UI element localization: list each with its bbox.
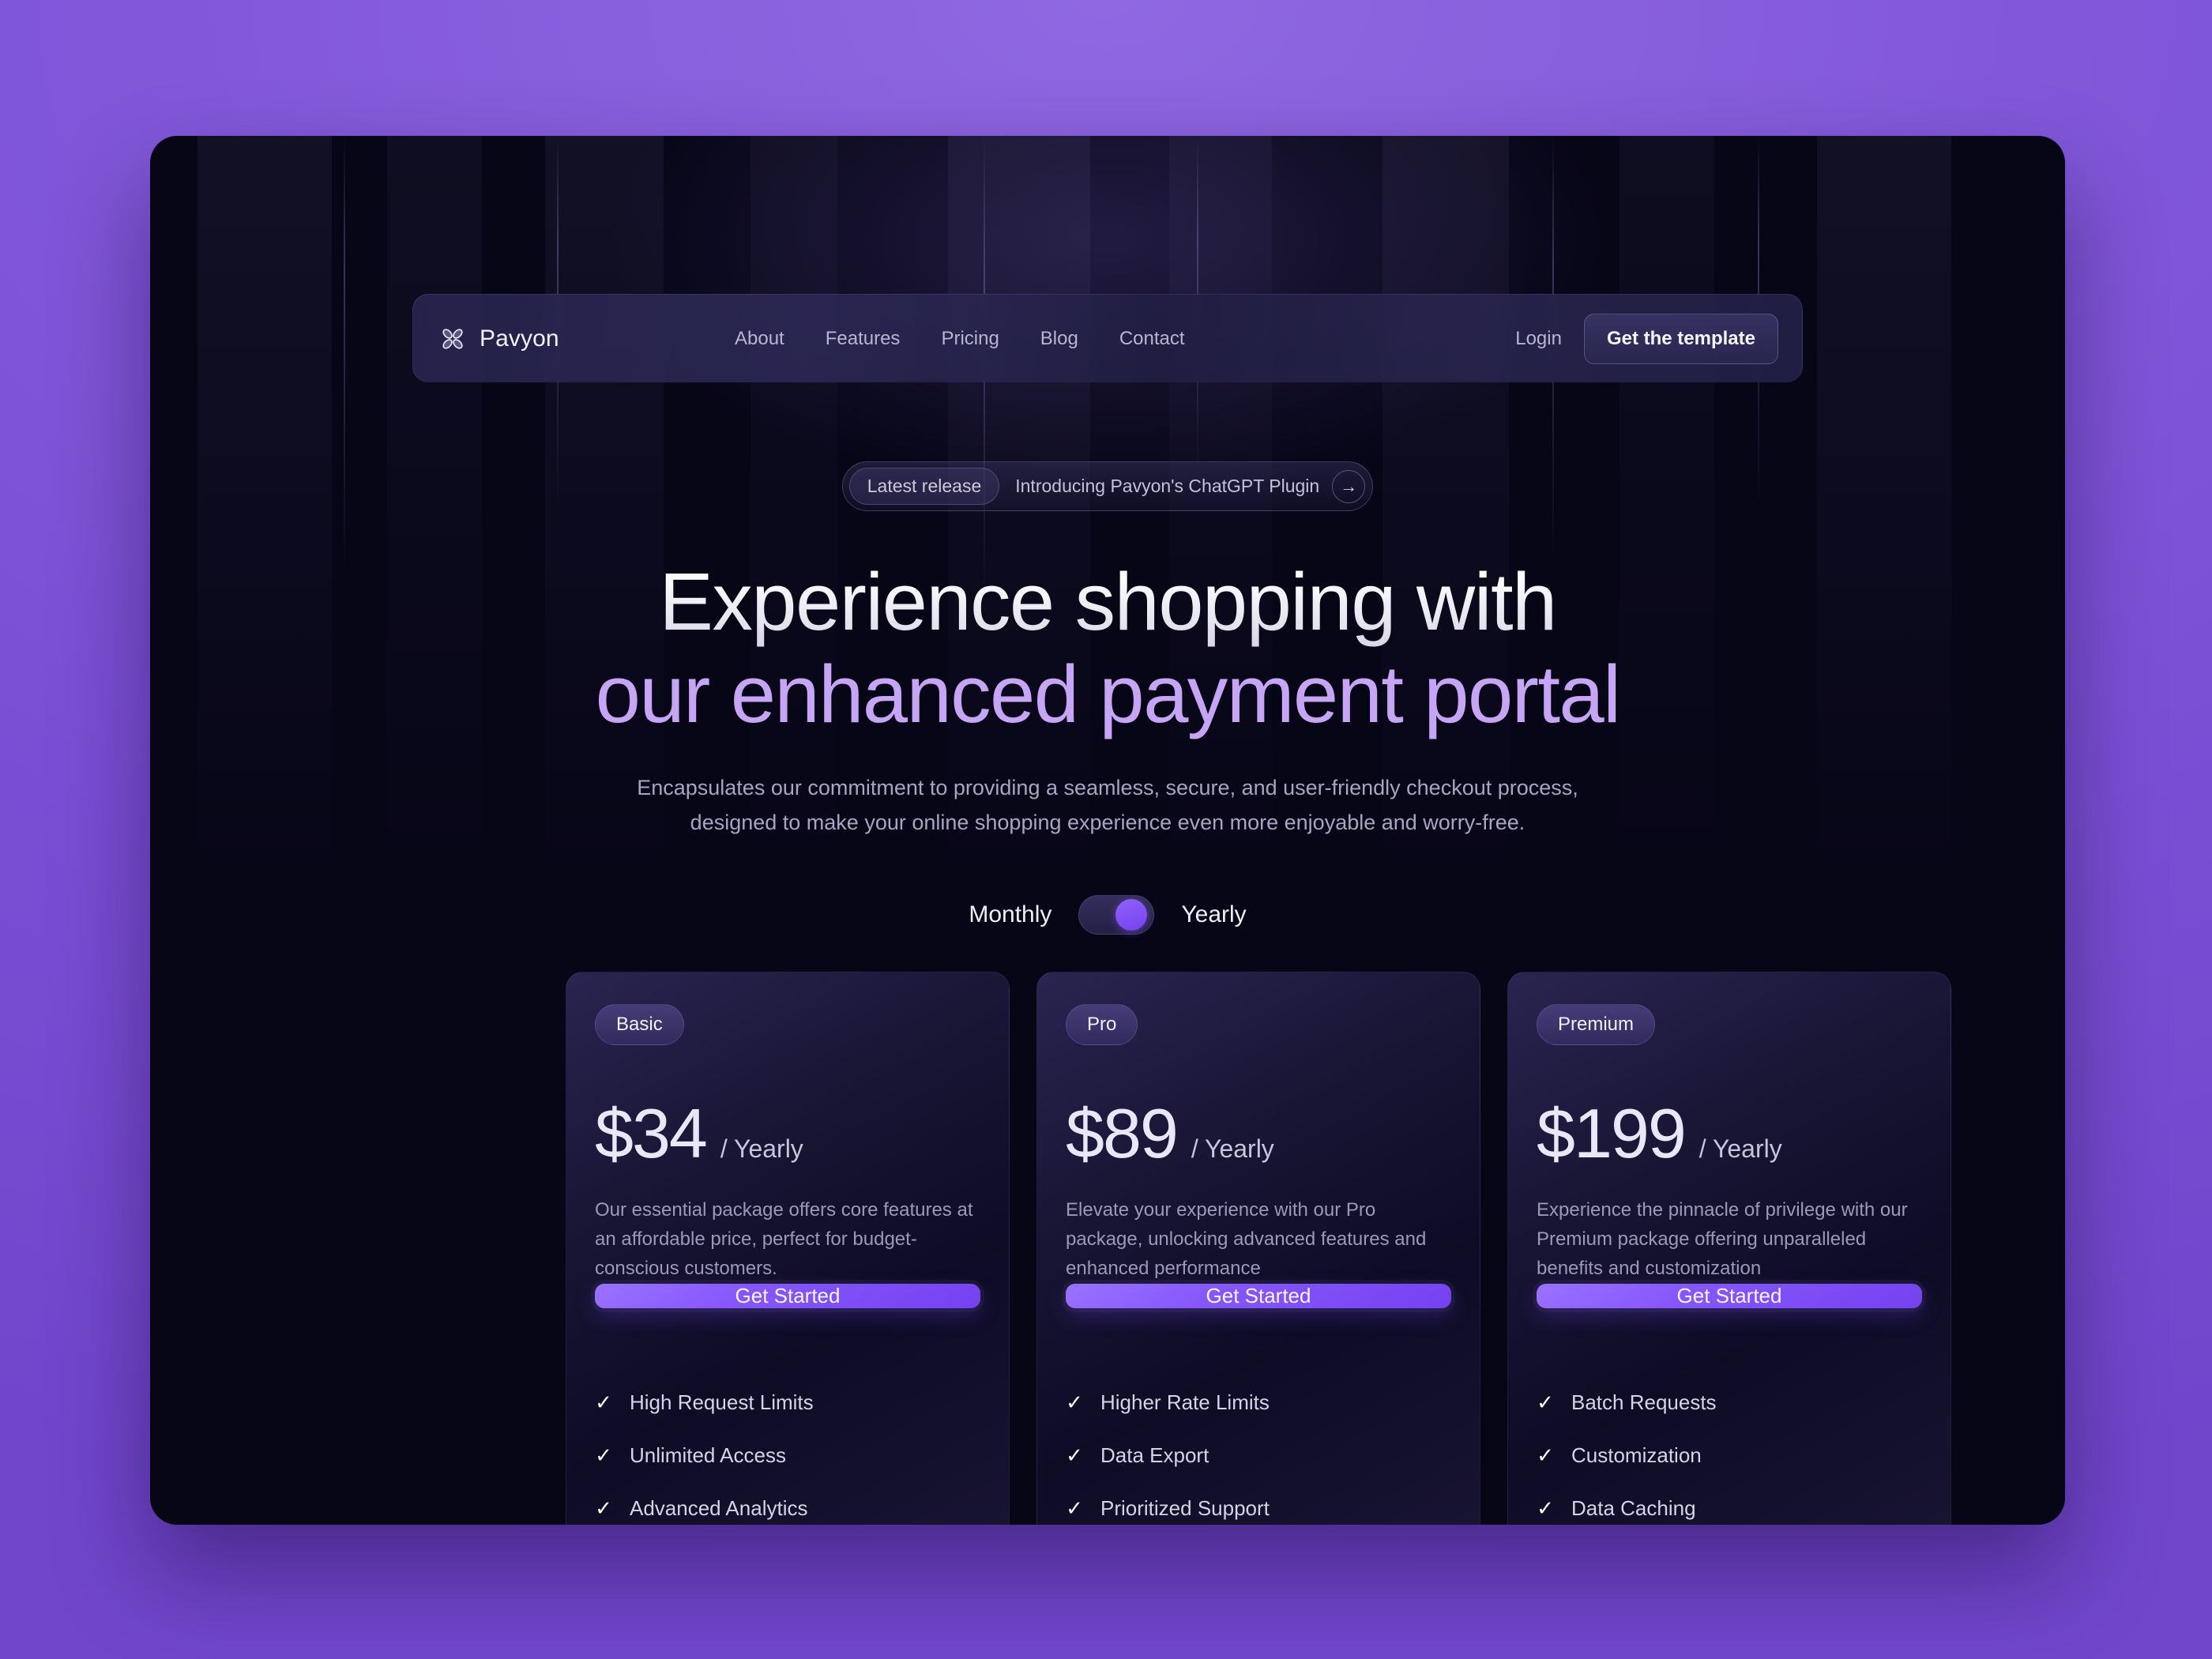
release-announcement-badge[interactable]: Latest release Introducing Pavyon's Chat… <box>841 461 1374 511</box>
feature-label: Unlimited Access <box>630 1443 786 1467</box>
hero-subheading: Encapsulates our commitment to providing… <box>150 771 2065 840</box>
login-link[interactable]: Login <box>1515 328 1562 350</box>
feature-list: ✓ Higher Rate Limits ✓ Data Export ✓ Pri… <box>1066 1390 1451 1525</box>
release-text: Introducing Pavyon's ChatGPT Plugin <box>1015 476 1320 496</box>
header-actions: Login Get the template <box>1515 313 1778 364</box>
subhead-line-1: Encapsulates our commitment to providing… <box>637 775 1578 799</box>
feature-label: Prioritized Support <box>1100 1495 1270 1520</box>
subhead-line-2: designed to make your online shopping ex… <box>690 810 1525 834</box>
check-icon: ✓ <box>1537 1443 1554 1468</box>
check-icon: ✓ <box>1066 1443 1083 1468</box>
feature-label: Data Caching <box>1571 1495 1696 1520</box>
main-nav: About Features Pricing Blog Contact <box>714 328 1206 350</box>
price-amount: $199 <box>1537 1094 1687 1172</box>
price-amount: $89 <box>1066 1094 1179 1172</box>
headline-line-1: Experience shopping with <box>150 555 2065 648</box>
get-started-button[interactable]: Get Started <box>1537 1283 1922 1308</box>
feature-label: Batch Requests <box>1571 1390 1717 1414</box>
get-the-template-button[interactable]: Get the template <box>1583 313 1778 364</box>
get-started-button[interactable]: Get Started <box>1066 1283 1451 1308</box>
feature-label: Higher Rate Limits <box>1100 1390 1270 1414</box>
price-row: $199 / Yearly <box>1537 1099 1922 1168</box>
nav-item-about[interactable]: About <box>714 328 805 350</box>
tier-badge: Pro <box>1066 1004 1138 1045</box>
get-started-button[interactable]: Get Started <box>595 1283 980 1308</box>
billing-yearly-label[interactable]: Yearly <box>1181 901 1246 928</box>
pricing-cards: Basic $34 / Yearly Our essential package… <box>566 972 1951 1525</box>
app-window: Pavyon About Features Pricing Blog Conta… <box>150 136 2065 1525</box>
hero-section: Latest release Introducing Pavyon's Chat… <box>150 382 2065 935</box>
check-icon: ✓ <box>595 1496 612 1521</box>
check-icon: ✓ <box>1537 1496 1554 1521</box>
list-item: ✓ Data Export <box>1066 1443 1451 1468</box>
feature-label: Advanced Analytics <box>630 1495 808 1520</box>
list-item: ✓ Customization <box>1537 1443 1922 1468</box>
price-period: / Yearly <box>1698 1134 1782 1163</box>
feature-list: ✓ Batch Requests ✓ Customization ✓ Data … <box>1537 1390 1922 1525</box>
price-period: / Yearly <box>1191 1134 1274 1163</box>
list-item: ✓ Data Caching <box>1537 1496 1922 1521</box>
list-item: ✓ Prioritized Support <box>1066 1496 1451 1521</box>
check-icon: ✓ <box>1537 1390 1554 1415</box>
nav-item-blog[interactable]: Blog <box>1020 328 1099 350</box>
billing-toggle-knob <box>1115 899 1148 931</box>
check-icon: ✓ <box>595 1390 612 1415</box>
feature-list: ✓ High Request Limits ✓ Unlimited Access… <box>595 1390 980 1525</box>
feature-label: Data Export <box>1100 1443 1209 1467</box>
clover-logo-icon <box>438 325 467 353</box>
list-item: ✓ Batch Requests <box>1537 1390 1922 1415</box>
pricing-card-basic: Basic $34 / Yearly Our essential package… <box>566 972 1010 1525</box>
price-row: $89 / Yearly <box>1066 1099 1451 1168</box>
pricing-card-premium: Premium $199 / Yearly Experience the pin… <box>1507 972 1951 1525</box>
price-row: $34 / Yearly <box>595 1099 980 1168</box>
list-item: ✓ High Request Limits <box>595 1390 980 1415</box>
tier-badge: Basic <box>595 1004 684 1045</box>
brand-name: Pavyon <box>480 325 559 352</box>
price-period: / Yearly <box>720 1134 803 1163</box>
check-icon: ✓ <box>595 1443 612 1468</box>
tier-badge: Premium <box>1537 1004 1656 1045</box>
pricing-card-pro: Pro $89 / Yearly Elevate your experience… <box>1036 972 1480 1525</box>
headline-line-2: our enhanced payment portal <box>595 649 1621 740</box>
list-item: ✓ Higher Rate Limits <box>1066 1390 1451 1415</box>
site-header: Pavyon About Features Pricing Blog Conta… <box>412 294 1803 382</box>
billing-toggle-switch[interactable] <box>1078 895 1155 935</box>
feature-label: Customization <box>1571 1443 1702 1467</box>
release-tag: Latest release <box>848 468 1000 505</box>
nav-item-features[interactable]: Features <box>805 328 921 350</box>
price-amount: $34 <box>595 1094 708 1172</box>
card-description: Experience the pinnacle of privilege wit… <box>1537 1199 1908 1280</box>
nav-item-contact[interactable]: Contact <box>1099 328 1206 350</box>
check-icon: ✓ <box>1066 1496 1083 1521</box>
card-description: Our essential package offers core featur… <box>595 1199 973 1280</box>
nav-item-pricing[interactable]: Pricing <box>920 328 1019 350</box>
list-item: ✓ Unlimited Access <box>595 1443 980 1468</box>
card-description: Elevate your experience with our Pro pac… <box>1066 1199 1427 1280</box>
billing-monthly-label[interactable]: Monthly <box>969 901 1051 928</box>
list-item: ✓ Advanced Analytics <box>595 1496 980 1521</box>
feature-label: High Request Limits <box>630 1390 814 1414</box>
brand[interactable]: Pavyon <box>438 325 559 353</box>
arrow-right-icon[interactable]: → <box>1332 469 1366 503</box>
billing-toggle: Monthly Yearly <box>150 895 2065 935</box>
check-icon: ✓ <box>1066 1390 1083 1415</box>
page-title: Experience shopping with our enhanced pa… <box>150 555 2065 741</box>
